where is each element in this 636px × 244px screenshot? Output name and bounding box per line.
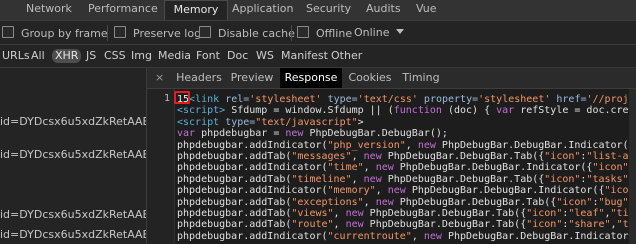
filter-manifest[interactable]: Manifest [281,49,328,63]
code-line: phpdebugbar.addIndicator("php_version", … [177,139,636,151]
highlight-box [174,91,190,104]
code-line: var phpdebugbar = new PhpDebugBar.DebugB… [177,128,448,140]
code-line: phpdebugbar.addIndicator("time", new Php… [177,162,636,174]
devtools-tab-strip: Network Performance Memory Application S… [0,0,636,21]
request-row[interactable]: id=DYDcsx6u5xdZkRetAABb [0,115,146,129]
tab-headers[interactable]: Headers [176,68,222,88]
tab-memory[interactable]: Memory [164,0,228,20]
throttling-value: Online [354,26,390,39]
filter-ws[interactable]: WS [256,49,274,63]
filter-css[interactable]: CSS [104,49,126,63]
code-line: 15<link rel='stylesheet' type='text/css'… [177,94,636,105]
filter-img[interactable]: Img [131,49,152,63]
request-row[interactable]: id=DYDcsx6u5xdZkRetAABb [0,208,146,222]
disable-cache-label: Disable cache [218,27,295,40]
line-number: 1 [163,93,170,104]
response-source-view[interactable]: 1 15<link rel='stylesheet' type='text/cs… [147,89,636,244]
line-number-gutter: 1 [147,89,175,244]
options-divider [291,25,292,41]
filter-js[interactable]: JS [86,49,96,63]
code-line: phpdebugbar.addIndicator("currentroute",… [177,230,636,242]
close-icon[interactable]: × [155,68,164,88]
code-line: phpdebugbar.addTab("messages", new PhpDe… [177,151,636,162]
disable-cache-checkbox[interactable] [199,26,211,38]
filter-urls[interactable]: URLs [2,49,30,63]
filter-xhr[interactable]: XHR [52,49,82,63]
tab-response[interactable]: Response [280,68,342,88]
offline-label: Offline [316,27,353,40]
preserve-log-option[interactable]: Preserve log [114,26,201,40]
tab-audits[interactable]: Audits [364,0,403,20]
disable-cache-option[interactable]: Disable cache [199,26,295,40]
filter-doc[interactable]: Doc [227,49,248,63]
code-line: <script> Sfdump = window.Sfdump || (func… [177,105,636,117]
tab-timing[interactable]: Timing [400,68,442,88]
code-line: phpdebugbar.addTab("timeline", new PhpDe… [177,173,635,185]
tab-vue[interactable]: Vue [414,0,439,20]
tab-security[interactable]: Security [304,0,353,20]
group-by-frame-label: Group by frame [21,27,108,40]
network-options-bar: Group by frame Preserve log Disable cach… [0,21,636,45]
tab-network[interactable]: Network [24,0,74,20]
filter-all[interactable]: All [31,49,45,63]
resource-type-filter-bar: URLs All XHR JS CSS Img Media Font Doc W… [0,45,636,68]
tab-performance[interactable]: Performance [86,0,160,20]
chevron-down-icon [396,29,405,34]
group-by-frame-option[interactable]: Group by frame [2,26,108,40]
code-line: phpdebugbar.addTab("route", new PhpDebug… [177,219,636,231]
request-list: id=DYDcsx6u5xdZkRetAABb id=DYDcsx6u5xdZk… [0,68,146,244]
vertical-scrollbar[interactable] [629,89,636,244]
preserve-log-checkbox[interactable] [114,26,126,38]
throttling-select[interactable]: Online [354,26,405,40]
request-row[interactable]: id=DYDcsx6u5xdZkRetAABb [0,228,146,242]
code-line: phpdebugbar.addTab("views", new PhpDebug… [177,208,635,219]
code-line: phpdebugbar.addIndicator("memory", new P… [177,185,636,197]
filter-font[interactable]: Font [196,49,220,63]
offline-option[interactable]: Offline [297,26,352,40]
options-divider [107,25,108,41]
group-by-frame-checkbox[interactable] [2,26,14,38]
request-detail-tabs: × Headers Preview Response Cookies Timin… [147,68,636,89]
offline-checkbox[interactable] [297,26,309,38]
request-row[interactable]: id=DYDcsx6u5xdZkRetAABb [0,148,146,162]
tab-preview[interactable]: Preview [229,68,275,88]
filter-other[interactable]: Other [331,49,362,63]
code-line: phpdebugbar.addTab("exceptions", new Php… [177,196,635,208]
tab-cookies[interactable]: Cookies [346,68,394,88]
tab-application[interactable]: Application [230,0,295,20]
filter-media[interactable]: Media [158,49,191,63]
code-line: <script type="text/javascript"> [177,116,364,128]
preserve-log-label: Preserve log [133,27,202,40]
